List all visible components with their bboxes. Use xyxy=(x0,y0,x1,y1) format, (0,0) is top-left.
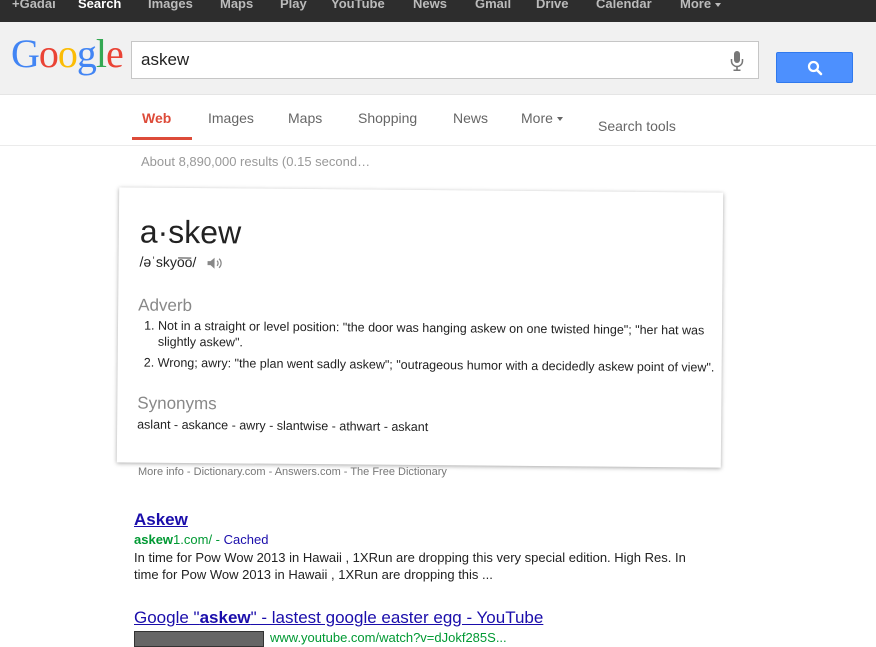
tab-more[interactable]: More xyxy=(521,110,563,126)
logo-letter: G xyxy=(11,31,40,76)
phonetic-row: /əˈskyo͞o/ xyxy=(139,254,222,271)
video-thumbnail[interactable] xyxy=(134,631,264,647)
logo-letter: o xyxy=(57,31,78,76)
chevron-down-icon xyxy=(715,2,722,7)
tab-web[interactable]: Web xyxy=(142,110,171,126)
search-button[interactable] xyxy=(776,52,853,83)
topbar-item-images[interactable]: Images xyxy=(148,0,193,11)
result-title-post: " - lastest google easter egg - YouTube xyxy=(250,608,544,627)
part-of-speech: Adverb xyxy=(138,295,193,316)
result-url-bold: askew xyxy=(134,532,174,547)
logo-letter: e xyxy=(106,31,124,76)
result-title-pre: Google " xyxy=(134,608,200,627)
speaker-icon[interactable] xyxy=(206,256,222,270)
result-snippet: In time for Pow Wow 2013 in Hawaii , 1XR… xyxy=(134,550,686,582)
topbar-item-search[interactable]: Search xyxy=(78,0,121,11)
topbar-item-news[interactable]: News xyxy=(413,0,447,11)
result-title-link[interactable]: Askew xyxy=(134,510,694,530)
search-result: Askew askew1.com/ - Cached In time for P… xyxy=(134,510,694,583)
divider xyxy=(0,145,876,146)
result-stats: About 8,890,000 results (0.15 second… xyxy=(141,154,371,169)
search-tools-button[interactable]: Search tools xyxy=(598,118,676,134)
logo-letter: o xyxy=(38,31,59,76)
tab-maps[interactable]: Maps xyxy=(288,110,322,126)
more-info-links[interactable]: More info - Dictionary.com - Answers.com… xyxy=(138,466,447,478)
topbar-item-maps[interactable]: Maps xyxy=(220,0,253,11)
google-bar: +Gadai Search Images Maps Play YouTube N… xyxy=(0,0,876,22)
cached-link[interactable]: Cached xyxy=(224,532,269,547)
synonyms-heading: Synonyms xyxy=(137,393,217,414)
synonyms-list: aslant - askance - awry - slantwise - at… xyxy=(137,417,429,435)
result-title-bold: askew xyxy=(199,608,251,627)
topbar-item-calendar[interactable]: Calendar xyxy=(596,0,652,11)
result-url-rest: 1.com/ xyxy=(173,532,213,547)
topbar-more-label: More xyxy=(680,0,712,11)
topbar-item-drive[interactable]: Drive xyxy=(536,0,569,11)
result-title-link[interactable]: Google "askew" - lastest google easter e… xyxy=(134,608,543,628)
search-box xyxy=(131,41,759,79)
definition-word: a·skew xyxy=(139,213,242,251)
microphone-icon[interactable] xyxy=(730,50,744,72)
logo-letter: l xyxy=(95,31,107,76)
active-tab-indicator xyxy=(132,137,192,140)
phonetic-text: /əˈskyo͞o/ xyxy=(139,253,197,271)
topbar-item-user[interactable]: +Gadai xyxy=(12,0,56,11)
definition-list: Not in a straight or level position: "th… xyxy=(138,318,728,381)
definition-item: Not in a straight or level position: "th… xyxy=(158,318,728,355)
tab-more-label: More xyxy=(521,110,553,126)
tab-images[interactable]: Images xyxy=(208,110,254,126)
topbar-item-youtube[interactable]: YouTube xyxy=(331,0,385,11)
result-url: askew1.com/ - Cached xyxy=(134,532,269,547)
logo-letter: g xyxy=(76,31,97,76)
tab-news[interactable]: News xyxy=(453,110,488,126)
google-logo[interactable]: Google xyxy=(11,30,124,78)
topbar-item-more[interactable]: More xyxy=(680,0,722,11)
search-header: Google xyxy=(0,22,876,95)
topbar-item-gmail[interactable]: Gmail xyxy=(475,0,511,11)
chevron-down-icon xyxy=(556,117,563,122)
dictionary-card: a·skew /əˈskyo͞o/ Adverb Not in a straig… xyxy=(116,187,724,468)
search-tabs: Web Images Maps Shopping News More Searc… xyxy=(0,95,876,145)
tab-shopping[interactable]: Shopping xyxy=(358,110,417,126)
topbar-item-play[interactable]: Play xyxy=(280,0,307,11)
search-icon xyxy=(807,60,823,76)
definition-item: Wrong; awry: "the plan went sadly askew"… xyxy=(158,355,728,376)
search-input[interactable] xyxy=(141,49,711,71)
